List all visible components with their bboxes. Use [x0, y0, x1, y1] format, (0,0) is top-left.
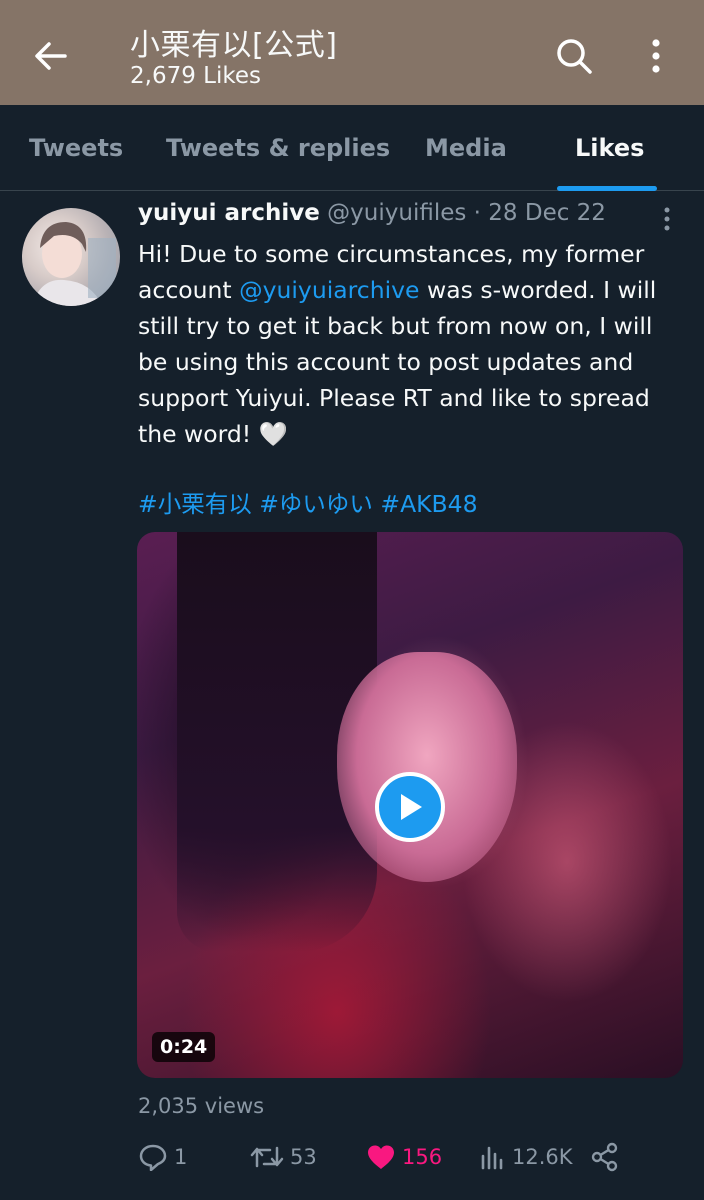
analytics-button[interactable]: 12.6K: [480, 1138, 573, 1176]
tab-tweets-replies[interactable]: Tweets & replies: [166, 105, 390, 191]
hashtags: #小栗有以 #ゆいゆい #AKB48: [138, 485, 478, 519]
arrow-left-icon: [35, 42, 67, 70]
video-player[interactable]: 0:24: [137, 532, 683, 1078]
hashtag-link[interactable]: #AKB48: [380, 490, 477, 518]
video-duration: 0:24: [152, 1032, 216, 1062]
like-button[interactable]: 156: [366, 1138, 442, 1176]
hashtag-link[interactable]: #小栗有以: [138, 490, 252, 518]
tweet-more-button[interactable]: [652, 202, 682, 236]
retweet-count: 53: [290, 1145, 317, 1169]
likes-count: 2,679 Likes: [130, 63, 261, 89]
tweet-text: Hi! Due to some circumstances, my former…: [138, 236, 678, 452]
search-button[interactable]: [548, 32, 600, 80]
tweet-date[interactable]: 28 Dec 22: [488, 200, 606, 226]
more-vertical-icon: [652, 39, 660, 73]
tab-media[interactable]: Media: [425, 105, 507, 191]
share-button[interactable]: [590, 1138, 626, 1176]
search-icon: [557, 39, 592, 74]
avatar-photo: [32, 222, 116, 306]
hashtag-link[interactable]: #ゆいゆい: [259, 490, 373, 518]
avatar[interactable]: [22, 208, 120, 306]
display-name[interactable]: yuiyui archive: [138, 200, 320, 226]
like-count: 156: [402, 1145, 443, 1169]
mention-link[interactable]: @yuiyuiarchive: [239, 276, 419, 304]
retweet-button[interactable]: 53: [250, 1138, 317, 1176]
active-tab-indicator: [557, 186, 657, 191]
tab-tweets[interactable]: Tweets: [29, 105, 123, 191]
back-button[interactable]: [22, 30, 78, 82]
view-count: 2,035 views: [138, 1094, 265, 1118]
more-vertical-icon: [664, 207, 670, 231]
heart-filled-icon: [368, 1145, 394, 1169]
play-button[interactable]: [375, 772, 445, 842]
tab-likes[interactable]: Likes: [575, 105, 644, 191]
analytics-count: 12.6K: [512, 1145, 573, 1169]
reply-icon: [139, 1144, 167, 1171]
reply-count: 1: [174, 1145, 188, 1169]
reply-button[interactable]: 1: [138, 1138, 187, 1176]
more-options-button[interactable]: [632, 32, 680, 80]
retweet-icon: [250, 1146, 284, 1168]
profile-header: 小栗有以[公式] 2,679 Likes: [0, 0, 704, 105]
play-icon: [401, 794, 422, 820]
share-icon: [591, 1142, 618, 1172]
profile-title: 小栗有以[公式]: [130, 28, 338, 63]
video-frame-face: [337, 652, 517, 882]
analytics-icon: [481, 1146, 503, 1170]
tweet-header: yuiyui archive @yuiyuifiles · 28 Dec 22: [138, 200, 606, 226]
profile-tabs: Tweets Tweets & replies Media Likes: [0, 105, 704, 191]
user-handle[interactable]: @yuiyuifiles: [327, 200, 466, 226]
date-separator: ·: [466, 200, 489, 226]
